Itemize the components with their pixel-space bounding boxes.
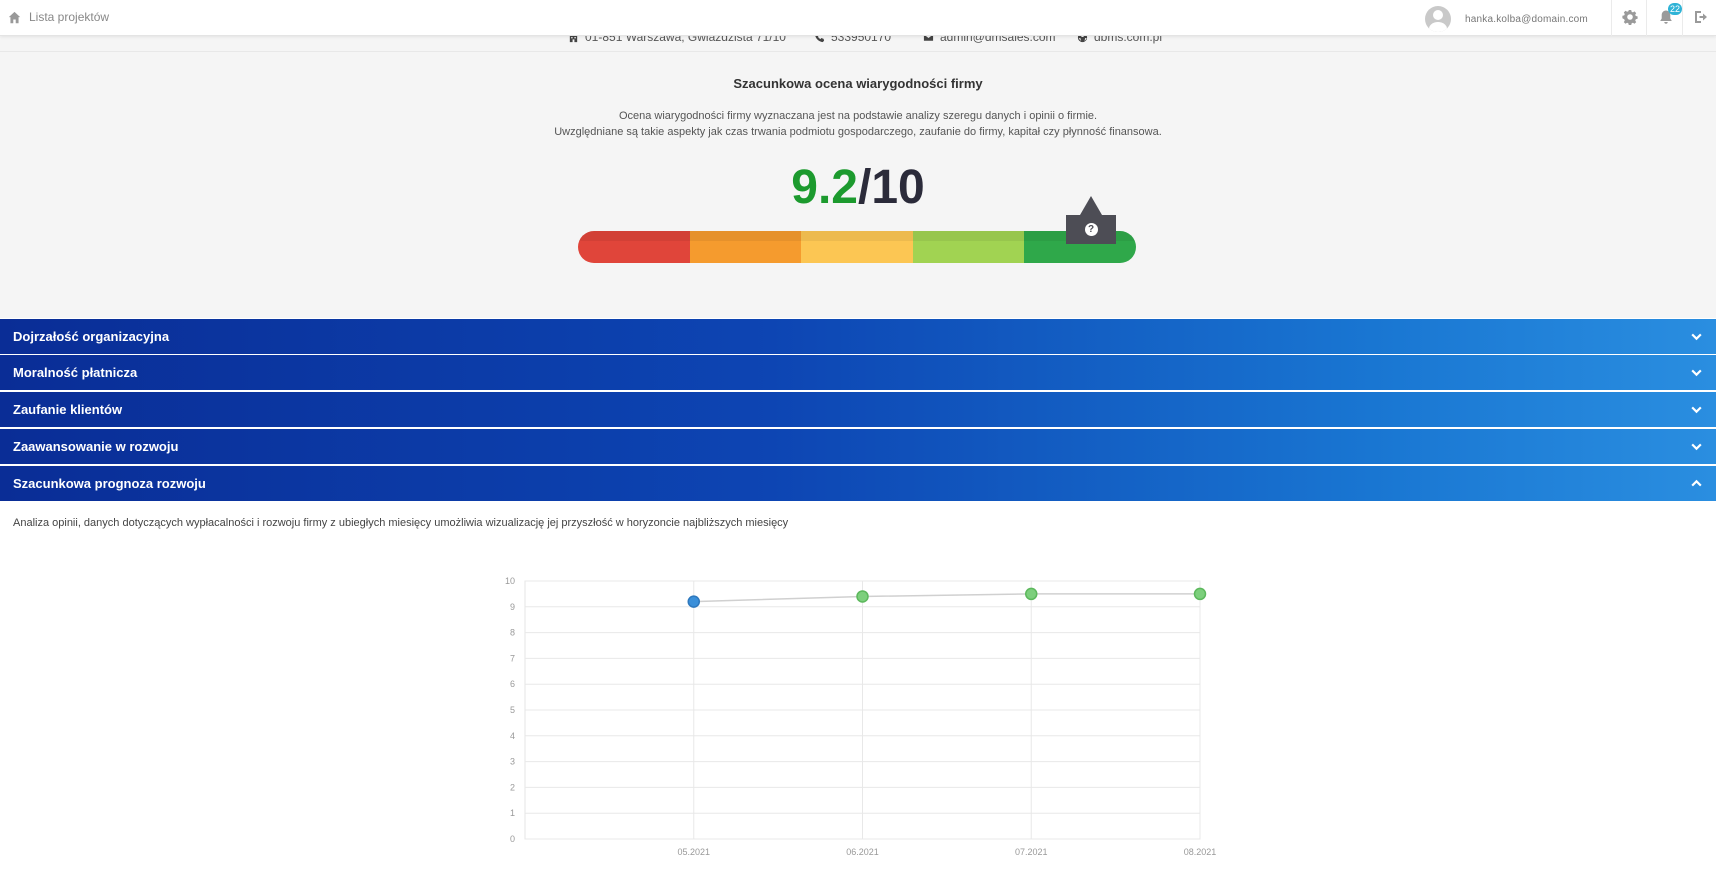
- scale-segment: [801, 231, 913, 263]
- section-moralnosc[interactable]: Moralność płatnicza: [0, 355, 1716, 390]
- envelope-icon: [923, 36, 934, 41]
- data-point: [1193, 587, 1207, 601]
- x-tick-label: 06.2021: [846, 847, 879, 857]
- y-tick-label: 6: [510, 679, 515, 689]
- section-dojrzalosc[interactable]: Dojrzałość organizacyjna: [0, 319, 1716, 354]
- chevron-down-icon: [1688, 355, 1704, 390]
- y-tick-label: 7: [510, 653, 515, 663]
- website-text: dbms.com.pl: [1094, 36, 1163, 44]
- section-label: Zaawansowanie w rozwoju: [13, 439, 179, 454]
- score-value: 9.2: [791, 161, 858, 214]
- contact-website[interactable]: dbms.com.pl: [1077, 36, 1162, 44]
- section-label: Szacunkowa prognoza rozwoju: [13, 476, 206, 491]
- scale-segment: [578, 231, 690, 263]
- rating-title: Szacunkowa ocena wiarygodności firmy: [733, 76, 983, 91]
- divider: [1611, 0, 1612, 36]
- y-tick-label: 0: [510, 834, 515, 844]
- chevron-down-icon: [1688, 429, 1704, 464]
- marker-pointer: [1080, 196, 1102, 215]
- logout-icon[interactable]: [1693, 9, 1711, 27]
- section-label: Moralność płatnicza: [13, 365, 138, 380]
- score-marker[interactable]: ?: [1066, 196, 1116, 244]
- contact-address: 01-851 Warszawa, Gwiaździsta 71/10: [568, 36, 786, 44]
- rating-score: 9.2/10: [0, 160, 1716, 215]
- home-icon: [8, 11, 21, 23]
- scale-segment: [689, 231, 802, 263]
- data-point: [687, 595, 700, 608]
- phone-text: 533950170: [831, 36, 892, 44]
- rating-panel: Szacunkowa ocena wiarygodności firmy Oce…: [0, 52, 1716, 318]
- user-email: hanka.kolba@domain.com: [1465, 13, 1588, 25]
- chevron-down-icon: [1688, 319, 1704, 354]
- building-icon: [569, 36, 578, 42]
- globe-icon: [1077, 36, 1088, 42]
- section-label: Zaufanie klientów: [13, 402, 123, 417]
- section-zaawansowanie[interactable]: Zaawansowanie w rozwoju: [0, 429, 1716, 464]
- rating-scale: [578, 231, 1136, 263]
- chevron-down-icon: [1688, 392, 1704, 427]
- divider: [1646, 0, 1647, 36]
- score-max: /10: [858, 161, 925, 214]
- email-text: admin@dmsales.com: [940, 36, 1056, 44]
- rating-description: Ocena wiarygodności firmy wyznaczana jes…: [0, 108, 1716, 140]
- top-bar: Lista projektów hanka.kolba@domain.com 2…: [0, 0, 1716, 36]
- help-button[interactable]: ?: [1066, 215, 1116, 244]
- divider: [1682, 0, 1683, 36]
- x-tick-label: 08.2021: [1184, 847, 1217, 857]
- rating-desc-line-2: Uwzględniane są takie aspekty jak czas t…: [554, 126, 1162, 138]
- contact-strip: 01-851 Warszawa, Gwiaździsta 71/10 53395…: [0, 36, 1716, 52]
- y-tick-label: 2: [510, 782, 515, 792]
- contact-email[interactable]: admin@dmsales.com: [923, 36, 1056, 44]
- y-tick-label: 3: [510, 757, 515, 767]
- data-point: [856, 590, 869, 603]
- section-zaufanie[interactable]: Zaufanie klientów: [0, 392, 1716, 427]
- gear-icon[interactable]: [1622, 9, 1640, 27]
- forecast-chart: 0 1 2 3 4 5 6 7 8 9 10 05.2021 06.2021 07.2021 08.2021: [505, 576, 1217, 857]
- chevron-up-icon: [1688, 466, 1704, 501]
- section-label: Dojrzałość organizacyjna: [13, 329, 170, 344]
- y-tick-label: 9: [510, 602, 515, 612]
- y-tick-label: 10: [505, 576, 515, 586]
- y-tick-label: 4: [510, 731, 515, 741]
- breadcrumb-label: Lista projektów: [29, 10, 110, 24]
- question-icon: ?: [1084, 223, 1098, 236]
- contact-phone[interactable]: 533950170: [814, 36, 891, 44]
- x-tick-label: 07.2021: [1015, 847, 1048, 857]
- y-tick-label: 1: [510, 808, 515, 818]
- address-text: 01-851 Warszawa, Gwiaździsta 71/10: [585, 36, 786, 44]
- avatar: [1425, 6, 1451, 32]
- user-menu[interactable]: hanka.kolba@domain.com: [1425, 6, 1588, 32]
- breadcrumb[interactable]: Lista projektów: [8, 10, 109, 24]
- notification-badge: 22: [1668, 3, 1683, 15]
- data-point: [1025, 587, 1038, 601]
- y-tick-label: 5: [510, 705, 515, 715]
- y-tick-label: 8: [510, 628, 515, 638]
- analysis-text: Analiza opinii, danych dotyczących wypła…: [13, 517, 789, 529]
- rating-desc-line-1: Ocena wiarygodności firmy wyznaczana jes…: [618, 110, 1098, 122]
- phone-icon: [815, 36, 825, 42]
- x-tick-label: 05.2021: [677, 847, 710, 857]
- scale-segment: [912, 231, 1025, 263]
- section-prognoza[interactable]: Szacunkowa prognoza rozwoju: [0, 466, 1716, 501]
